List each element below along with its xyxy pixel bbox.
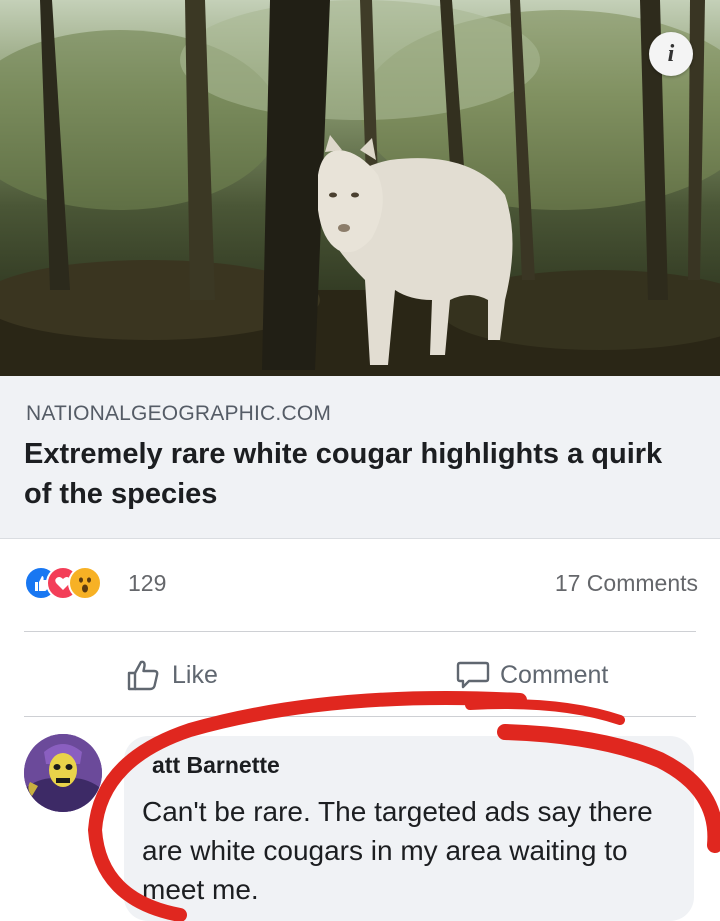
info-icon[interactable]: i [649, 32, 693, 76]
wow-reaction-icon [68, 566, 102, 600]
comment-author[interactable]: att Barnette [152, 752, 280, 779]
divider [24, 716, 696, 717]
link-preview[interactable]: NATIONALGEOGRAPHIC.COM Extremely rare wh… [0, 376, 720, 539]
skeletor-avatar-image [24, 734, 102, 812]
like-label: Like [172, 660, 218, 689]
link-title[interactable]: Extremely rare white cougar highlights a… [24, 434, 684, 514]
reaction-count[interactable]: 129 [128, 570, 166, 597]
forest-cougar-image [0, 0, 720, 376]
reaction-icons[interactable] [24, 566, 124, 600]
article-photo[interactable]: i [0, 0, 720, 376]
avatar[interactable] [24, 734, 102, 812]
comment-count[interactable]: 17 Comments [555, 570, 698, 597]
divider [24, 631, 696, 632]
like-button[interactable]: Like [126, 645, 218, 705]
comment-label: Comment [500, 660, 609, 689]
reactions-bar: 129 17 Comments [0, 552, 720, 618]
comment-bubble: att Barnette Can't be rare. The targeted… [124, 736, 694, 921]
link-domain: NATIONALGEOGRAPHIC.COM [26, 402, 332, 425]
comment-text: Can't be rare. The targeted ads say ther… [142, 796, 653, 905]
comment-button[interactable]: Comment [456, 645, 608, 705]
thumbs-up-icon [127, 660, 159, 691]
comment-icon [456, 661, 490, 689]
